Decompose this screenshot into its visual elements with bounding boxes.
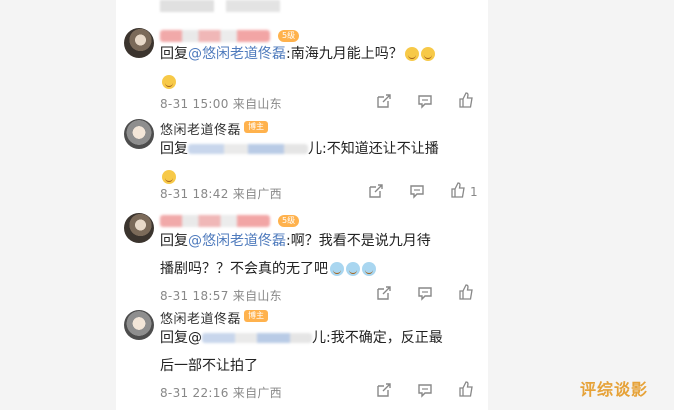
crying-emoji-icon [330,262,344,276]
reply-prefix: 回复 [160,141,188,157]
comment-text: 回复@悠闲老道佟磊:啊？我看不是说九月待播剧吗？？不会真的无了吧 [160,227,470,283]
avatar[interactable] [124,28,154,58]
emoji-icon [162,75,176,89]
comment-body: 儿:我不确定，反正最 [312,330,443,346]
share-icon[interactable] [376,285,392,301]
comment-body: :啊？我看不是说九月待 [286,233,431,249]
comment-time: 8-31 18:57 [160,289,229,303]
avatar[interactable] [124,310,154,340]
reply-prefix: 回复 [160,233,188,249]
mention-blurred [188,144,308,154]
like-icon[interactable] [458,381,474,397]
like-icon[interactable] [458,284,474,300]
like-icon[interactable] [458,92,474,108]
crying-emoji-icon [346,262,360,276]
comment-text: 回复@ 儿:我不确定，反正最后一部不让拍了 [160,324,470,380]
comment-location: 来自广西 [232,386,282,400]
comment-icon[interactable] [417,93,433,109]
author-badge: 博主 [244,121,268,133]
comment-body: :南海九月能上吗？ [286,46,403,62]
like-count: 1 [470,185,478,199]
comment-time: 8-31 15:00 [160,97,229,111]
avatar[interactable] [124,213,154,243]
author-badge: 博主 [244,310,268,322]
share-icon[interactable] [376,93,392,109]
comment-panel: 5级 回复@悠闲老道佟磊:南海九月能上吗？ 8-31 15:00 来自山东 悠闲… [116,0,488,410]
comment-icon[interactable] [417,382,433,398]
level-badge: 5级 [278,215,300,227]
avatar[interactable] [124,119,154,149]
emoji-icon [420,47,435,61]
comment-meta: 8-31 22:16 来自广西 [160,384,282,401]
comment-body-line2: 后一部不让拍了 [160,358,258,374]
emoji-icon [404,47,419,61]
username-blurred [160,215,270,227]
comment-icon[interactable] [417,285,433,301]
mention-blurred [202,333,312,343]
reply-prefix: 回复 [160,46,188,62]
comment-location: 来自山东 [232,97,282,111]
watermark: 评综谈影 [580,380,649,399]
emoji-icon [162,170,176,184]
comment-body-line2: 播剧吗？？不会真的无了吧 [160,261,328,277]
share-icon[interactable] [376,382,392,398]
comment-icon[interactable] [409,183,425,199]
comment-time: 8-31 18:42 [160,187,229,201]
comment-time: 8-31 22:16 [160,386,229,400]
mention-link[interactable]: @悠闲老道佟磊 [188,233,286,249]
comment-meta: 8-31 18:57 来自山东 [160,287,282,304]
comment-location: 来自广西 [232,187,282,201]
mention-link[interactable]: @悠闲老道佟磊 [188,46,286,62]
comment-body: 儿:不知道还让不让播 [308,141,439,157]
share-icon[interactable] [368,183,384,199]
crying-emoji-icon [362,262,376,276]
reply-prefix: 回复@ [160,330,202,346]
comment-meta: 8-31 15:00 来自山东 [160,95,282,112]
comment-location: 来自山东 [232,289,282,303]
previous-comment-meta [160,0,460,12]
comment-meta: 8-31 18:42 来自广西 [160,185,282,202]
comment-text: 回复@悠闲老道佟磊:南海九月能上吗？ [160,40,470,96]
like-icon[interactable] [450,182,466,198]
